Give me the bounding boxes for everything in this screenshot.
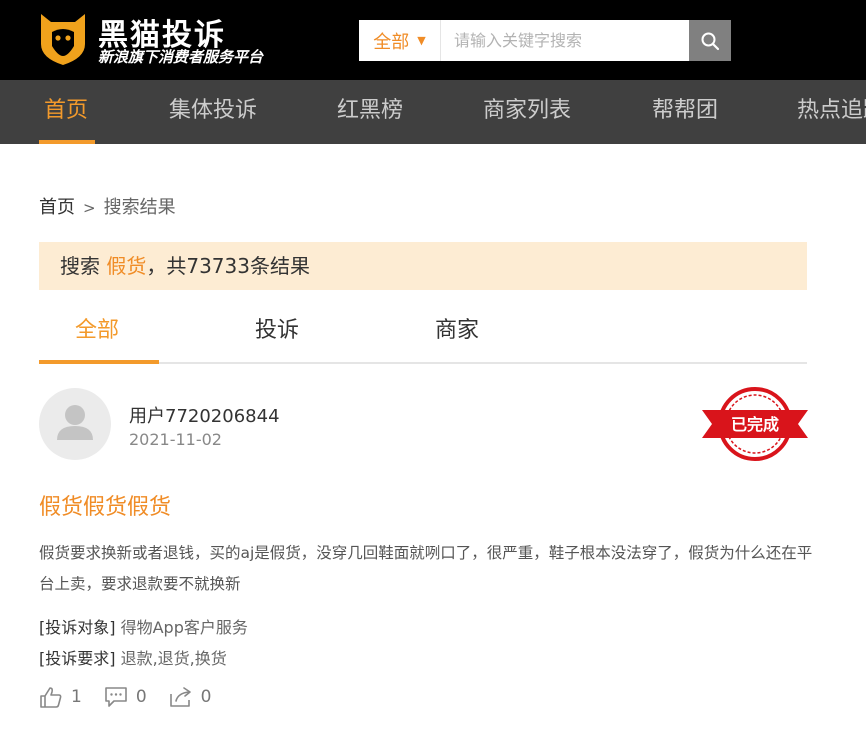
search-result-banner: 搜索 假货，共73733条结果	[39, 242, 807, 290]
like-count: 1	[71, 687, 82, 707]
comment-button[interactable]: 0	[104, 686, 147, 708]
nav-item-help-group[interactable]: 帮帮团	[652, 80, 718, 144]
nav-item-home[interactable]: 首页	[44, 80, 88, 144]
search-box: 全部 ▼	[359, 20, 731, 61]
search-category-label: 全部	[373, 31, 410, 53]
tab-active-indicator	[39, 360, 159, 364]
breadcrumb-current: 搜索结果	[103, 197, 176, 218]
complaint-title[interactable]: 假货假货假货	[39, 489, 171, 521]
nav-item-merchant-list[interactable]: 商家列表	[483, 80, 571, 144]
target-key: [投诉对象]	[39, 618, 116, 637]
complaint-actions: 1 0 0	[39, 683, 233, 711]
result-prefix: 搜索	[60, 254, 107, 278]
breadcrumb-separator: >	[83, 199, 96, 217]
stamp-label: 已完成	[731, 415, 779, 434]
completed-stamp: 已完成	[702, 386, 808, 462]
default-avatar-icon	[57, 405, 93, 440]
nav-active-indicator	[39, 140, 95, 144]
nav-item-hot-topics[interactable]: 热点追踪	[797, 80, 866, 144]
result-keyword: 假货	[106, 254, 147, 278]
comment-count: 0	[135, 687, 147, 707]
complaint-body: 假货要求换新或者退钱，买的aj是假货，没穿几回鞋面就咧口了，很严重，鞋子根本没法…	[39, 544, 813, 593]
search-button[interactable]	[689, 20, 731, 61]
complaint-date: 2021-11-02	[129, 430, 222, 449]
like-button[interactable]: 1	[39, 686, 82, 708]
comment-icon	[105, 687, 127, 707]
thumbs-up-icon	[40, 687, 62, 708]
share-icon	[169, 687, 191, 707]
target-value[interactable]: 得物App客户服务	[121, 618, 248, 637]
complaint-request-row: [投诉要求] 退款,退货,换货	[39, 645, 227, 669]
main-nav: 首页 集体投诉 红黑榜 商家列表 帮帮团 热点追踪	[0, 80, 866, 144]
logo-subtitle: 新浪旗下消费者服务平台	[98, 48, 264, 66]
tab-complaints[interactable]: 投诉	[255, 312, 299, 344]
breadcrumb: 首页 > 搜索结果	[39, 193, 176, 219]
result-tabs: 全部 投诉 商家	[39, 290, 807, 364]
black-cat-logo-icon	[41, 14, 85, 65]
top-header: 黑猫投诉 新浪旗下消费者服务平台 全部 ▼	[0, 0, 866, 80]
site-logo[interactable]: 黑猫投诉 新浪旗下消费者服务平台	[38, 8, 298, 70]
search-input[interactable]	[442, 20, 688, 61]
search-category-dropdown[interactable]: 全部 ▼	[359, 20, 441, 61]
nav-item-collective-complaints[interactable]: 集体投诉	[169, 80, 257, 144]
share-count: 0	[200, 687, 212, 707]
complaint-username[interactable]: 用户7720206844	[129, 402, 280, 428]
complaint-target-row: [投诉对象] 得物App客户服务	[39, 614, 248, 638]
nav-item-red-black-list[interactable]: 红黑榜	[337, 80, 403, 144]
breadcrumb-home-link[interactable]: 首页	[39, 197, 75, 218]
tab-merchants[interactable]: 商家	[435, 312, 479, 344]
result-count: ，共73733条结果	[146, 254, 310, 278]
avatar[interactable]	[39, 388, 111, 460]
share-button[interactable]: 0	[169, 686, 212, 708]
request-key: [投诉要求]	[39, 649, 116, 668]
completed-stamp-icon: 已完成	[702, 387, 808, 461]
caret-down-icon: ▼	[417, 34, 426, 47]
request-value: 退款,退货,换货	[120, 649, 227, 668]
tab-all[interactable]: 全部	[75, 312, 119, 344]
search-icon	[701, 32, 720, 50]
